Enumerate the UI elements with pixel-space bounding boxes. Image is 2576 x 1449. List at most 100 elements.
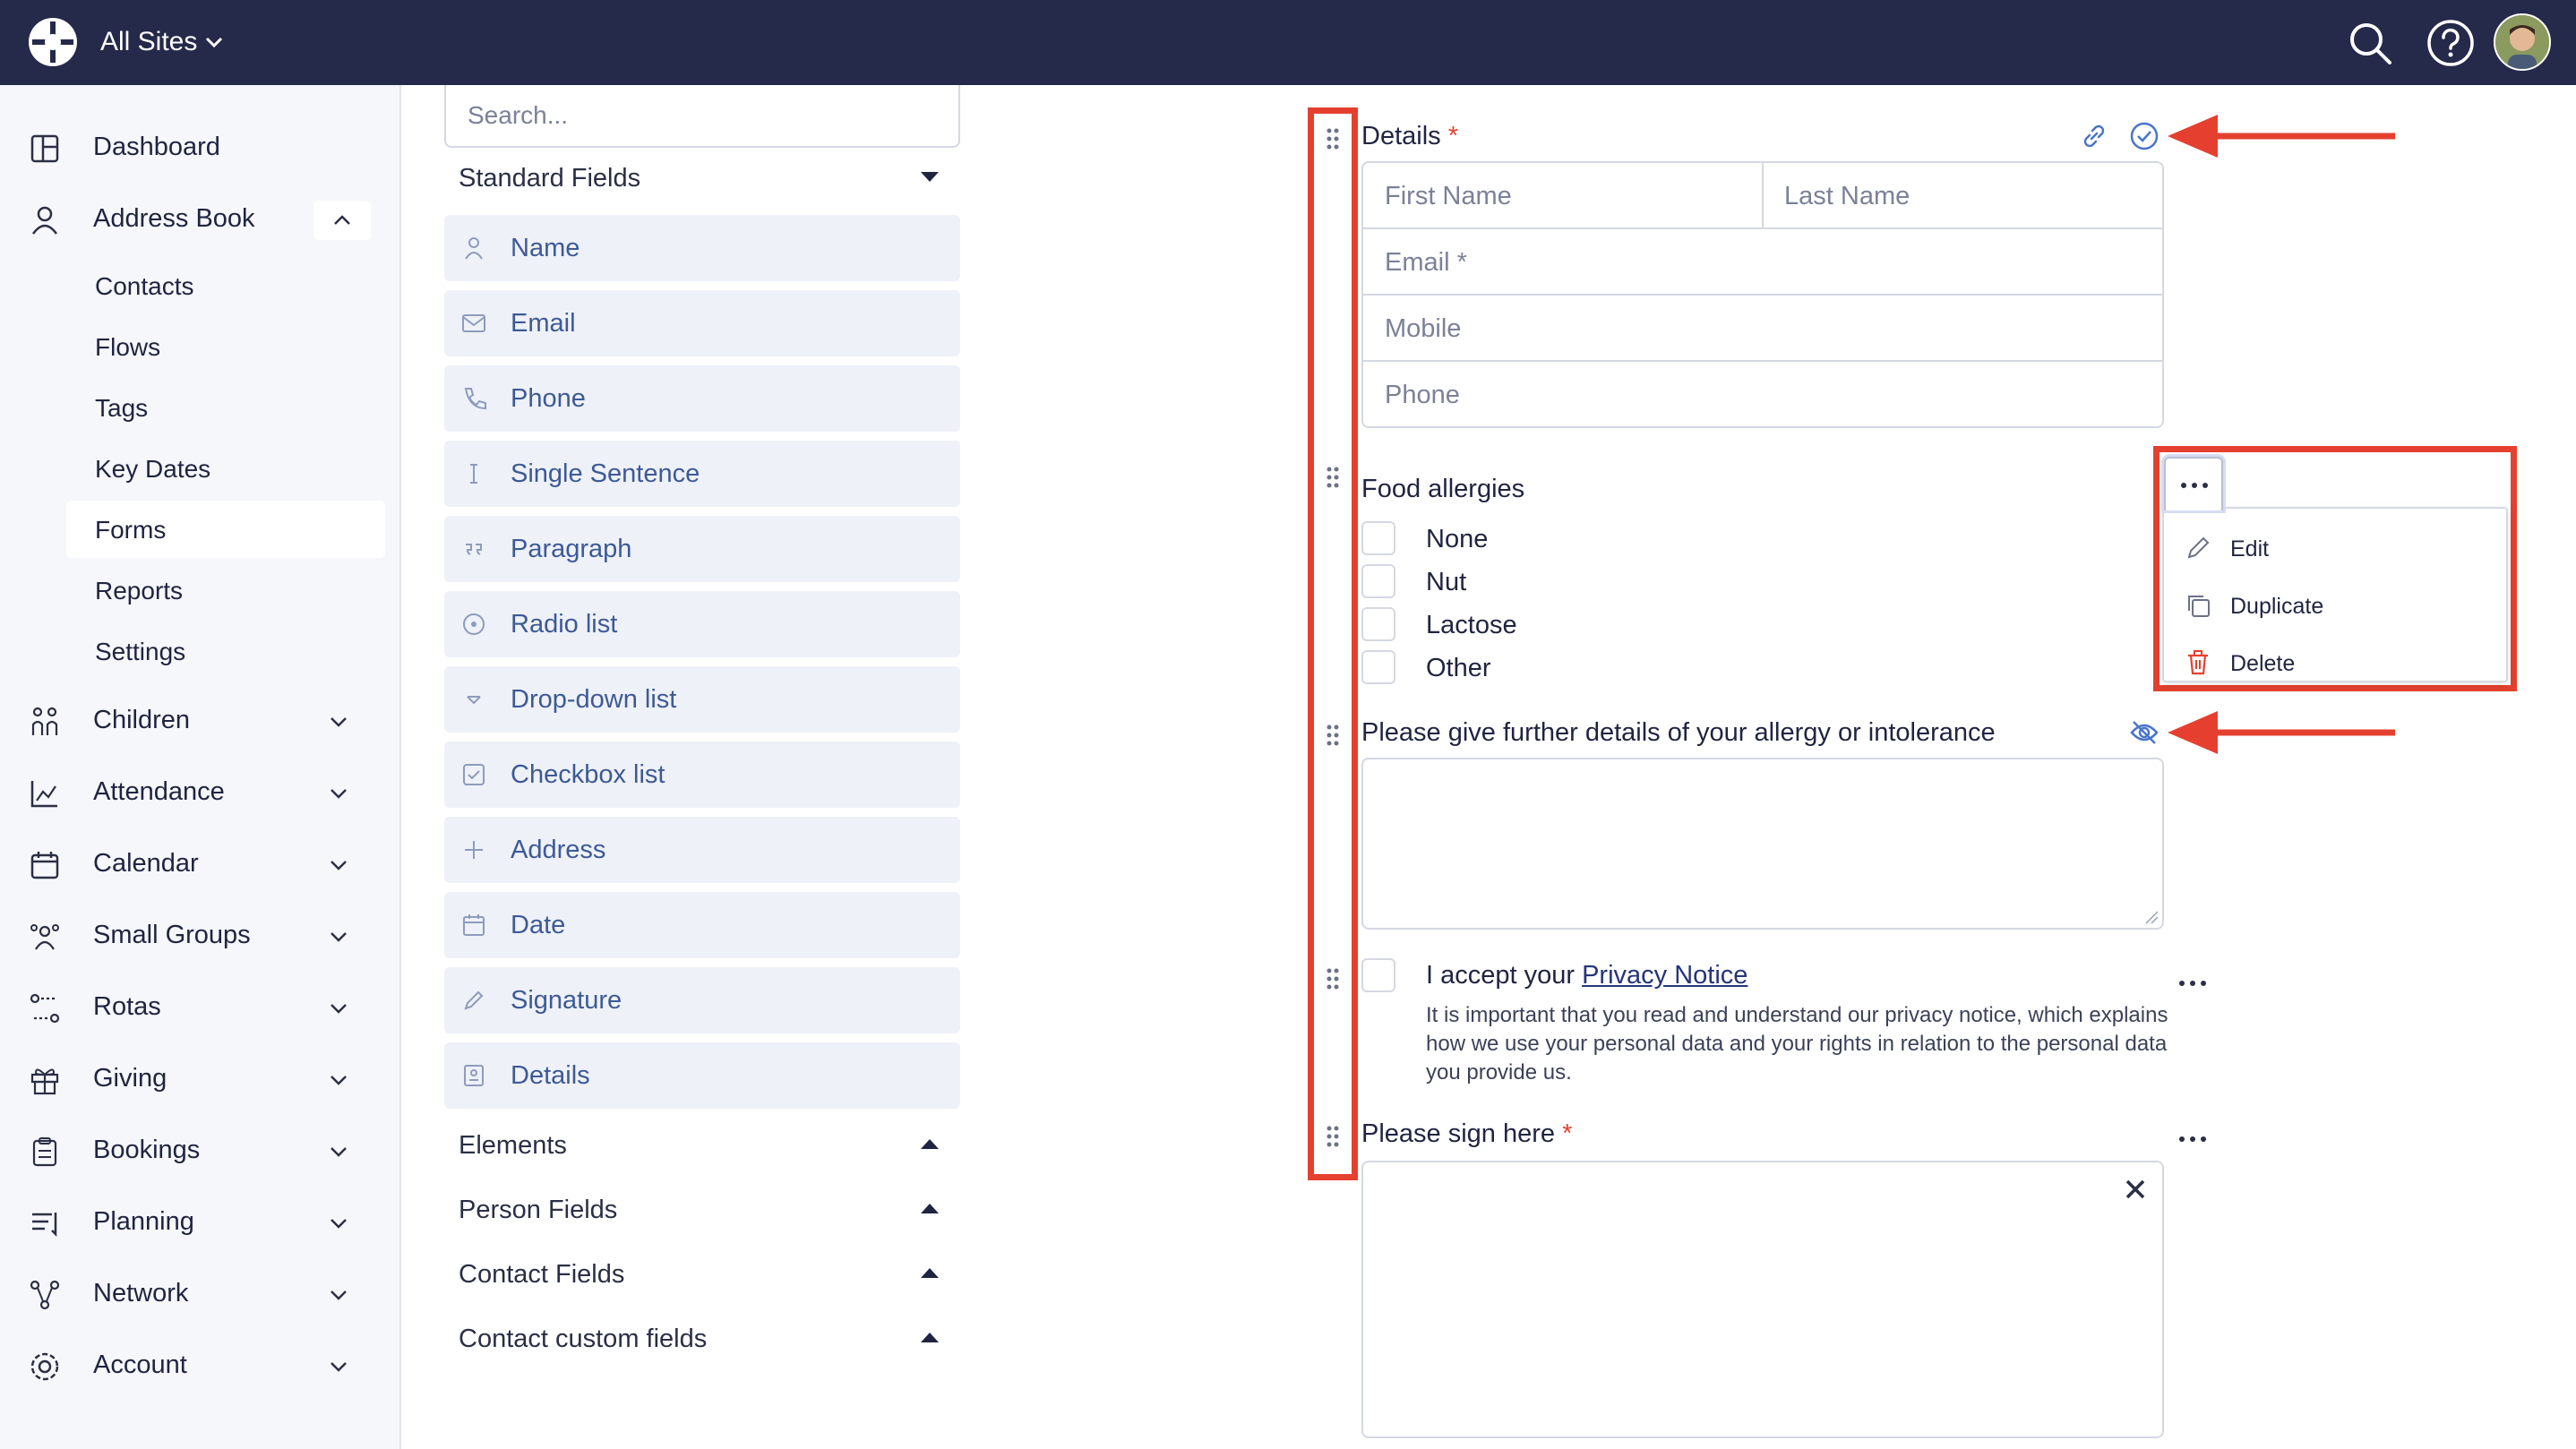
- palette-field-radio-list[interactable]: Radio list: [444, 591, 960, 657]
- rota-icon: [30, 993, 60, 1024]
- link-icon[interactable]: [2078, 120, 2110, 152]
- sidebar-subitem-forms[interactable]: Forms: [66, 501, 385, 558]
- privacy-notice-link[interactable]: Privacy Notice: [1582, 961, 1747, 990]
- mobile-row[interactable]: Mobile: [1363, 296, 2162, 362]
- phone-row[interactable]: Phone: [1363, 362, 2162, 428]
- envelope-icon: [462, 314, 485, 332]
- network-icon: [30, 1280, 60, 1310]
- sidebar-item-network[interactable]: Network: [0, 1263, 399, 1325]
- sidebar-item-calendar[interactable]: Calendar: [0, 833, 399, 896]
- palette-field-label: Checkbox list: [511, 760, 665, 789]
- palette-field-name[interactable]: Name: [444, 215, 960, 281]
- sidebar-item-bookings[interactable]: Bookings: [0, 1119, 399, 1182]
- palette-field-date[interactable]: Date: [444, 892, 960, 958]
- checkbox[interactable]: [1361, 607, 1395, 641]
- privacy-checkbox[interactable]: [1361, 958, 1395, 992]
- sidebar-subitem-label: Flows: [95, 333, 161, 361]
- drag-handle-icon[interactable]: [1324, 965, 1342, 992]
- palette-field-email[interactable]: Email: [444, 290, 960, 356]
- sidebar-item-children[interactable]: Children: [0, 690, 399, 752]
- avatar[interactable]: [2494, 13, 2551, 71]
- more-options-icon[interactable]: [2175, 974, 2211, 992]
- palette-field-paragraph[interactable]: Paragraph: [444, 516, 960, 582]
- top-bar: All Sites: [0, 0, 2576, 85]
- dropdown-icon: [467, 696, 481, 705]
- resize-handle-icon[interactable]: [2144, 910, 2159, 924]
- chevron-up-icon: [334, 215, 350, 225]
- search-icon[interactable]: [2345, 18, 2395, 68]
- more-options-icon[interactable]: [2175, 1130, 2211, 1148]
- contact-fields-header[interactable]: Contact Fields: [444, 1248, 960, 1299]
- pen-icon: [464, 990, 484, 1010]
- palette-field-drop-down-list[interactable]: Drop-down list: [444, 666, 960, 733]
- drag-handle-icon[interactable]: [1324, 1123, 1342, 1150]
- close-icon[interactable]: [2123, 1177, 2148, 1202]
- search-input[interactable]: [468, 99, 933, 132]
- logo-icon[interactable]: [27, 16, 79, 68]
- drag-handle-icon[interactable]: [1324, 125, 1342, 152]
- palette-field-details[interactable]: Details: [444, 1042, 960, 1109]
- menu-item-label: Delete: [2230, 651, 2296, 676]
- signature-title: Please sign here *: [1361, 1119, 1572, 1149]
- eye-off-icon[interactable]: [2128, 716, 2160, 749]
- required-mark: *: [1447, 122, 1459, 150]
- email-row[interactable]: Email *: [1363, 229, 2162, 296]
- checkbox-label: Other: [1426, 654, 1491, 682]
- standard-fields-header[interactable]: Standard Fields: [444, 152, 960, 202]
- site-switcher-label[interactable]: All Sites: [100, 27, 197, 57]
- elements-header[interactable]: Elements: [444, 1119, 960, 1170]
- first-name-field[interactable]: First Name: [1385, 182, 1512, 211]
- sidebar-subitem-contacts[interactable]: Contacts: [66, 257, 385, 314]
- details-title: Details *: [1361, 122, 1458, 151]
- drag-handle-icon[interactable]: [1324, 722, 1342, 749]
- divider: [1762, 163, 1764, 229]
- menu-item-duplicate[interactable]: Duplicate: [2164, 577, 2506, 634]
- group-label: Contact Fields: [459, 1260, 625, 1289]
- sidebar-subitem-tags[interactable]: Tags: [66, 379, 385, 436]
- caret-up-icon: [921, 1268, 939, 1278]
- menu-item-delete[interactable]: Delete: [2164, 634, 2506, 691]
- checkbox[interactable]: [1361, 521, 1395, 555]
- collapse-button[interactable]: [313, 201, 371, 240]
- group-label: Standard Fields: [459, 164, 641, 193]
- sidebar-item-planning[interactable]: Planning: [0, 1191, 399, 1254]
- sidebar-subitem-key-dates[interactable]: Key Dates: [66, 440, 385, 497]
- palette-field-checkbox-list[interactable]: Checkbox list: [444, 742, 960, 808]
- check-circle-icon[interactable]: [2128, 120, 2160, 152]
- sidebar-item-dashboard[interactable]: Dashboard: [0, 116, 399, 179]
- further-details-textarea[interactable]: [1361, 758, 2164, 930]
- chevron-down-icon: [331, 1219, 347, 1229]
- chevron-down-icon: [331, 932, 347, 942]
- person-fields-header[interactable]: Person Fields: [444, 1184, 960, 1234]
- signature-pad[interactable]: [1361, 1161, 2164, 1438]
- sidebar-item-address-book[interactable]: Address Book: [0, 188, 399, 251]
- sidebar-subitem-settings[interactable]: Settings: [66, 622, 385, 680]
- help-icon[interactable]: [2426, 18, 2476, 68]
- sidebar-item-rotas[interactable]: Rotas: [0, 976, 399, 1039]
- sidebar-subitem-reports[interactable]: Reports: [66, 562, 385, 619]
- sidebar-item-account[interactable]: Account: [0, 1334, 399, 1397]
- more-options-button[interactable]: [2164, 457, 2223, 510]
- checkbox[interactable]: [1361, 564, 1395, 598]
- palette-field-phone[interactable]: Phone: [444, 365, 960, 432]
- text-cursor-icon: [470, 464, 477, 484]
- field-search: [444, 85, 960, 148]
- quote-icon: [466, 544, 482, 555]
- menu-item-edit[interactable]: Edit: [2164, 519, 2506, 577]
- privacy-checkbox-row[interactable]: [1361, 956, 1415, 996]
- contact-custom-fields-header[interactable]: Contact custom fields: [444, 1313, 960, 1363]
- sidebar-item-giving[interactable]: Giving: [0, 1048, 399, 1110]
- sidebar-item-attendance[interactable]: Attendance: [0, 761, 399, 824]
- last-name-field[interactable]: Last Name: [1784, 182, 1910, 211]
- sidebar-item-small-groups[interactable]: Small Groups: [0, 905, 399, 967]
- privacy-description: It is important that you read and unders…: [1426, 1003, 2168, 1085]
- drag-handle-icon[interactable]: [1324, 464, 1342, 491]
- palette-field-single-sentence[interactable]: Single Sentence: [444, 441, 960, 507]
- group-label: Contact custom fields: [459, 1325, 708, 1353]
- chevron-down-icon[interactable]: [202, 30, 226, 54]
- checkbox[interactable]: [1361, 650, 1395, 684]
- palette-field-address[interactable]: Address: [444, 817, 960, 883]
- palette-field-signature[interactable]: Signature: [444, 967, 960, 1033]
- sidebar-subitem-flows[interactable]: Flows: [66, 318, 385, 375]
- sidebar-item-label: Children: [93, 706, 190, 734]
